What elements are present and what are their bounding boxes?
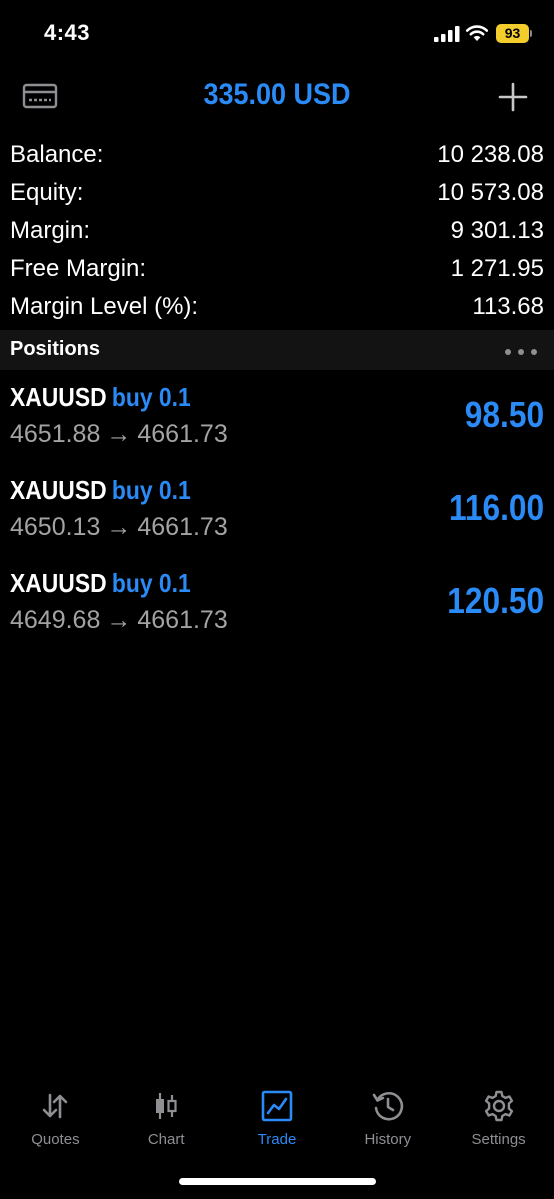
position-profit: 98.50 [464, 394, 544, 435]
tab-chart[interactable]: Chart [111, 1085, 222, 1155]
tab-label: History [364, 1131, 412, 1148]
tab-settings[interactable]: Settings [443, 1085, 554, 1155]
summary-row-margin: Margin: 9 301.13 [10, 212, 544, 250]
positions-title: Positions [10, 338, 101, 360]
summary-row-margin-level: Margin Level (%): 113.68 [10, 288, 544, 326]
account-profit-title: 335.00 USD [203, 78, 351, 111]
position-row[interactable]: XAUUSD buy 0.1 4649.68 → 4661.73 120.50 [0, 558, 554, 651]
tab-label: Settings [471, 1131, 526, 1148]
status-bar: 4:43 93 [0, 0, 554, 66]
position-side: buy 0.1 [111, 475, 191, 505]
summary-row-balance: Balance: 10 238.08 [10, 136, 544, 174]
position-symbol: XAUUSD [10, 475, 107, 505]
position-prices: 4650.13 → 4661.73 [10, 513, 228, 542]
candlestick-chart-icon [156, 1093, 177, 1119]
price-arrow: → [106, 420, 132, 448]
summary-value: 9 301.13 [450, 217, 544, 244]
history-clock-icon [372, 1092, 403, 1121]
tab-label: Trade [257, 1131, 297, 1148]
position-side: buy 0.1 [111, 568, 191, 598]
summary-value: 10 238.08 [437, 141, 544, 168]
current-price: 4661.73 [137, 606, 228, 634]
account-summary: Balance: 10 238.08 Equity: 10 573.08 Mar… [10, 136, 544, 326]
tab-history[interactable]: History [332, 1085, 443, 1155]
more-options-icon[interactable] [504, 348, 538, 356]
position-row[interactable]: XAUUSD buy 0.1 4651.88 → 4661.73 98.50 [0, 372, 554, 465]
summary-row-equity: Equity: 10 573.08 [10, 174, 544, 212]
status-time: 4:43 [44, 20, 91, 45]
position-symbol-line: XAUUSD buy 0.1 [10, 568, 191, 599]
position-side: buy 0.1 [111, 382, 191, 412]
price-arrow: → [106, 606, 132, 634]
quotes-arrows-icon [43, 1093, 68, 1119]
position-profit: 120.50 [447, 580, 544, 621]
current-price: 4661.73 [137, 420, 228, 448]
summary-label: Margin Level (%): [10, 293, 199, 320]
positions-section-header: Positions [0, 330, 554, 370]
summary-label: Free Margin: [10, 255, 147, 282]
trade-header: 335.00 USD [0, 70, 554, 126]
tab-trade[interactable]: Trade [222, 1085, 333, 1155]
position-symbol: XAUUSD [10, 568, 107, 598]
price-arrow: → [106, 513, 132, 541]
position-prices: 4651.88 → 4661.73 [10, 420, 228, 449]
position-symbol-line: XAUUSD buy 0.1 [10, 475, 191, 506]
open-price: 4650.13 [10, 513, 101, 541]
summary-row-free-margin: Free Margin: 1 271.95 [10, 250, 544, 288]
tab-label: Chart [147, 1131, 185, 1148]
summary-label: Equity: [10, 179, 84, 206]
trade-chart-icon [261, 1090, 293, 1122]
open-price: 4651.88 [10, 420, 101, 448]
summary-value: 113.68 [472, 293, 544, 320]
positions-list: XAUUSD buy 0.1 4651.88 → 4661.73 98.50 XAUU… [0, 372, 554, 651]
tab-label: Quotes [31, 1131, 80, 1148]
battery-nub [530, 30, 532, 37]
summary-label: Balance: [10, 141, 104, 168]
position-symbol: XAUUSD [10, 382, 107, 412]
plus-icon[interactable] [496, 80, 530, 114]
battery-indicator: 93 [496, 24, 529, 43]
tab-quotes[interactable]: Quotes [0, 1085, 111, 1155]
current-price: 4661.73 [137, 513, 228, 541]
summary-value: 10 573.08 [437, 179, 544, 206]
gear-icon [484, 1090, 513, 1122]
position-row[interactable]: XAUUSD buy 0.1 4650.13 → 4661.73 116.00 [0, 465, 554, 558]
position-profit: 116.00 [448, 487, 544, 528]
bottom-tab-bar: Quotes Chart Trade History Settings [0, 1085, 554, 1155]
wifi-icon [465, 25, 489, 41]
summary-value: 1 271.95 [450, 255, 544, 282]
position-prices: 4649.68 → 4661.73 [10, 606, 228, 635]
summary-label: Margin: [10, 217, 91, 244]
home-indicator[interactable] [179, 1178, 376, 1185]
position-symbol-line: XAUUSD buy 0.1 [10, 382, 191, 413]
open-price: 4649.68 [10, 606, 101, 634]
cellular-signal-icon [434, 26, 460, 42]
